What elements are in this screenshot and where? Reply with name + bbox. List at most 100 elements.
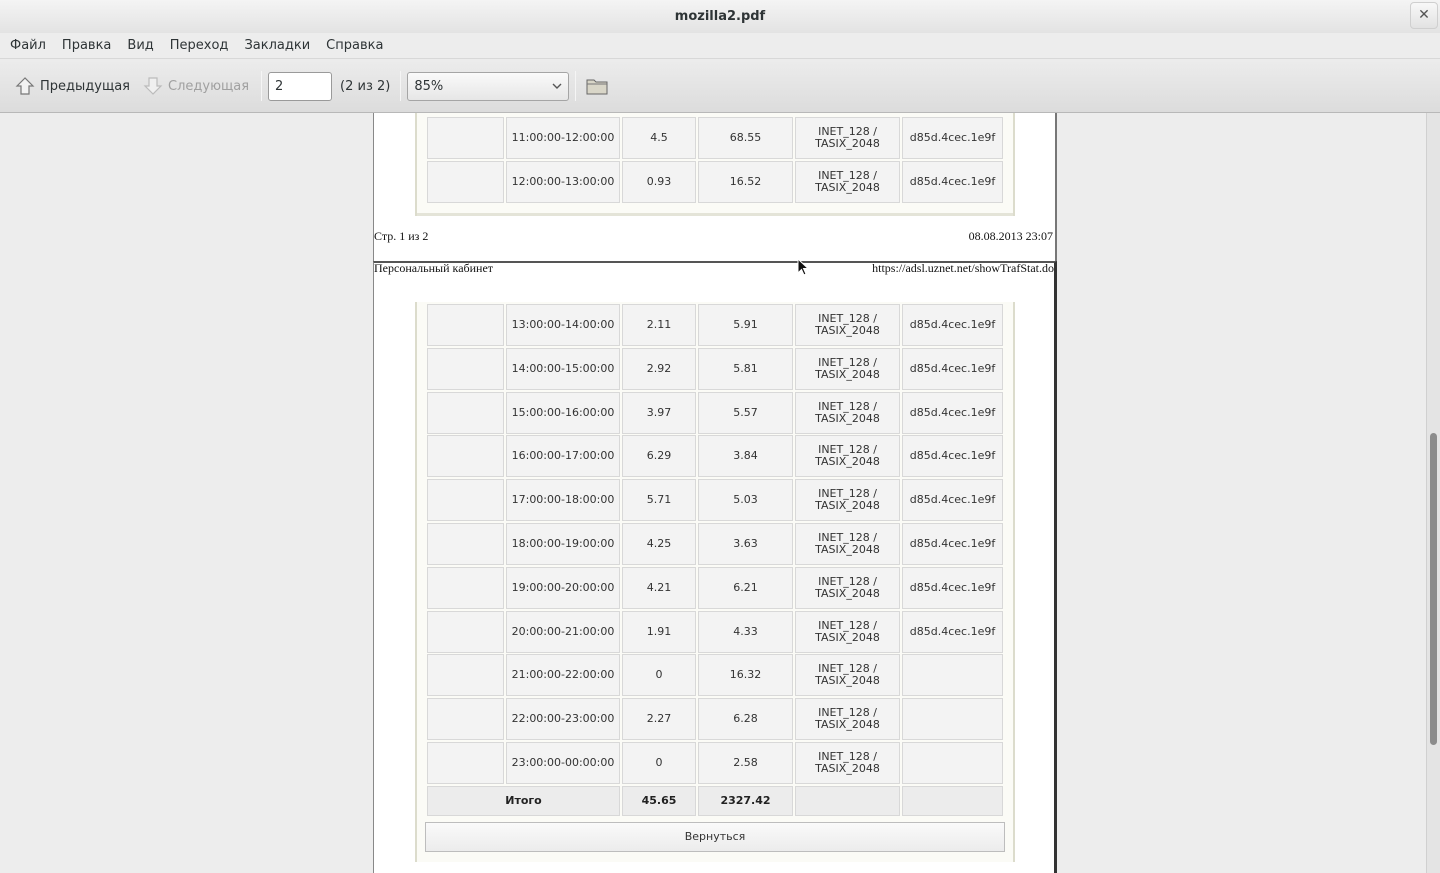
table-cell-tariff: INET_128 / TASIX_2048 (795, 304, 900, 346)
page-header-left: Персональный кабинет (374, 261, 494, 275)
table-cell-in: 0 (622, 654, 696, 697)
table-cell-in: 0 (622, 742, 696, 784)
table-cell-out: 4.33 (698, 610, 793, 653)
menu-go[interactable]: Переход (162, 38, 237, 53)
total-label: Итого (427, 785, 620, 816)
table-cell-tariff: INET_128 / TASIX_2048 (795, 479, 900, 522)
vertical-scrollbar[interactable] (1426, 113, 1440, 873)
total-in: 45.65 (622, 785, 696, 816)
table-cell (427, 523, 504, 565)
table-cell-out: 3.63 (698, 523, 793, 565)
table-cell-mac: d85d.4cec.1e9f (902, 610, 1003, 653)
table-cell (427, 161, 504, 203)
table-cell-mac: d85d.4cec.1e9f (902, 391, 1003, 434)
table-cell-time: 14:00:00-15:00:00 (506, 347, 620, 390)
document-viewport[interactable]: 11:00:00-12:00:00 4.5 68.55 INET_128 / T… (0, 113, 1426, 873)
window-title: mozilla2.pdf (674, 9, 766, 24)
menu-edit[interactable]: Правка (54, 38, 119, 53)
table-cell-in: 4.21 (622, 566, 696, 609)
close-button[interactable]: ✕ (1410, 2, 1438, 29)
table-cell (427, 742, 504, 784)
menu-view[interactable]: Вид (119, 38, 161, 53)
table-cell-out: 5.81 (698, 347, 793, 390)
table-cell-mac: d85d.4cec.1e9f (902, 523, 1003, 565)
table-cell-out: 6.21 (698, 566, 793, 609)
table-cell-time: 18:00:00-19:00:00 (506, 523, 620, 565)
table-cell (427, 698, 504, 741)
page-header-right: https://adsl.uznet.net/showTrafStat.do (872, 261, 1054, 275)
table-cell-tariff: INET_128 / TASIX_2048 (795, 742, 900, 784)
next-page-button[interactable]: Следующая (136, 69, 255, 103)
table-cell-out: 3.84 (698, 435, 793, 478)
table-cell-time: 16:00:00-17:00:00 (506, 435, 620, 478)
pdf-page-2: Персональный кабинет https://adsl.uznet.… (373, 261, 1057, 873)
table-cell-in: 2.27 (622, 698, 696, 741)
menu-bookmarks[interactable]: Закладки (236, 38, 318, 53)
table-cell (427, 566, 504, 609)
table-cell-time: 11:00:00-12:00:00 (506, 117, 620, 159)
table-cell-mac: d85d.4cec.1e9f (902, 435, 1003, 478)
table-cell-mac (902, 654, 1003, 697)
table-cell-mac: d85d.4cec.1e9f (902, 479, 1003, 522)
table-cell-tariff: INET_128 / TASIX_2048 (795, 523, 900, 565)
table-cell (427, 347, 504, 390)
table-cell-tariff: INET_128 / TASIX_2048 (795, 610, 900, 653)
table-cell-tariff: INET_128 / TASIX_2048 (795, 566, 900, 609)
page-footer-left: Стр. 1 из 2 (374, 229, 429, 243)
menu-file[interactable]: Файл (2, 38, 54, 53)
page-count: (2 из 2) (340, 78, 391, 94)
table-cell-out: 68.55 (698, 117, 793, 159)
page-footer-right: 08.08.2013 23:07 (968, 229, 1053, 243)
mouse-cursor-icon (797, 258, 809, 276)
table-cell-time: 15:00:00-16:00:00 (506, 391, 620, 434)
table-cell-in: 4.5 (622, 117, 696, 159)
menu-help[interactable]: Справка (318, 38, 391, 53)
table-cell-tariff: INET_128 / TASIX_2048 (795, 347, 900, 390)
zoom-value: 85% (414, 78, 444, 94)
table-cell (427, 610, 504, 653)
table-cell-out: 5.57 (698, 391, 793, 434)
table-cell-out: 2.58 (698, 742, 793, 784)
table-cell-time: 13:00:00-14:00:00 (506, 304, 620, 346)
table-cell-time: 17:00:00-18:00:00 (506, 479, 620, 522)
previous-page-label: Предыдущая (40, 78, 130, 94)
table-cell (427, 479, 504, 522)
table-cell (427, 391, 504, 434)
toolbar-separator (400, 71, 402, 101)
table-cell-in: 2.11 (622, 304, 696, 346)
table-cell-tariff: INET_128 / TASIX_2048 (795, 117, 900, 159)
return-button[interactable]: Вернуться (425, 821, 1005, 852)
traffic-table: 11:00:00-12:00:00 4.5 68.55 INET_128 / T… (415, 113, 1015, 216)
previous-page-button[interactable]: Предыдущая (8, 69, 136, 103)
toolbar-separator (575, 71, 577, 101)
table-cell-in: 2.92 (622, 347, 696, 390)
table-cell-in: 1.91 (622, 610, 696, 653)
table-cell-time: 23:00:00-00:00:00 (506, 742, 620, 784)
table-cell-mac: d85d.4cec.1e9f (902, 161, 1003, 203)
table-cell-mac (902, 698, 1003, 741)
zoom-select[interactable]: 85% (407, 71, 570, 101)
open-folder-button[interactable] (582, 71, 612, 101)
total-out: 2327.42 (698, 785, 793, 816)
table-cell-mac: d85d.4cec.1e9f (902, 347, 1003, 390)
table-cell-time: 22:00:00-23:00:00 (506, 698, 620, 741)
table-cell (427, 117, 504, 159)
table-cell (427, 435, 504, 478)
arrow-down-icon (143, 77, 163, 95)
title-bar: mozilla2.pdf ✕ (0, 0, 1440, 33)
table-cell-mac: d85d.4cec.1e9f (902, 117, 1003, 159)
table-cell (427, 304, 504, 346)
next-page-label: Следующая (168, 78, 250, 94)
table-cell-in: 5.71 (622, 479, 696, 522)
table-cell-mac: d85d.4cec.1e9f (902, 304, 1003, 346)
page-number-input[interactable] (268, 71, 333, 101)
chevron-down-icon (552, 83, 562, 89)
table-cell-out: 5.03 (698, 479, 793, 522)
scrollbar-thumb[interactable] (1430, 433, 1437, 745)
table-cell-mac (902, 742, 1003, 784)
table-cell-in: 6.29 (622, 435, 696, 478)
table-cell-out: 5.91 (698, 304, 793, 346)
toolbar: Предыдущая Следующая (2 из 2) 85% (0, 60, 1440, 113)
table-cell-tariff: INET_128 / TASIX_2048 (795, 654, 900, 697)
table-cell-in: 3.97 (622, 391, 696, 434)
